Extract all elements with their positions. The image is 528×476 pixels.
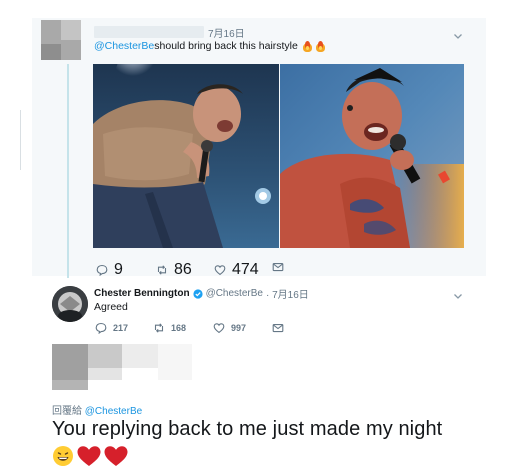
avatar[interactable] [52, 286, 88, 322]
display-name[interactable]: Chester Bennington [94, 288, 190, 299]
reply-count: 217 [113, 323, 129, 333]
heart-icon [214, 265, 226, 276]
reply-icon [95, 322, 107, 334]
tweet-photo-right[interactable] [280, 64, 464, 248]
retweet-icon [157, 265, 167, 275]
reply-icon [96, 264, 108, 276]
retweet-button[interactable]: 168 [153, 322, 186, 334]
fire-emoji-icon [315, 40, 326, 52]
red-heart-icon [77, 446, 101, 466]
chevron-down-icon[interactable] [453, 288, 463, 299]
pixelated-username [94, 26, 204, 38]
timeline: 7月16日 @ChesterBe should bring back this … [0, 0, 528, 476]
emoji-row [52, 444, 129, 468]
retweet-count: 86 [174, 261, 192, 278]
reply-prefix: 回覆給 [52, 406, 82, 417]
envelope-icon [272, 263, 284, 272]
timeline-divider [20, 110, 21, 170]
heart-icon [213, 323, 225, 334]
direct-message-button[interactable] [272, 322, 284, 334]
mention-link[interactable]: @ChesterBe [94, 40, 154, 52]
retweet-count: 168 [171, 323, 187, 333]
pixelated-avatar[interactable] [41, 20, 81, 60]
tweet-text: Agreed [94, 301, 128, 313]
username-handle[interactable]: @ChesterBe [206, 288, 263, 299]
tweet-header: Chester Bennington @ChesterBe · 7月16日 [94, 286, 309, 301]
tweet-date[interactable]: · 7月16日 [266, 286, 309, 301]
like-button[interactable]: 997 [213, 322, 246, 334]
like-count: 997 [231, 323, 247, 333]
retweet-button[interactable]: 86 [156, 261, 192, 279]
tweet-text: You replying back to me just made my nig… [52, 418, 443, 440]
tweet-header: 7月16日 [94, 25, 245, 40]
tweet-photo-left[interactable] [93, 64, 279, 248]
grinning-face-icon [53, 446, 73, 466]
tweet-highlighted[interactable]: 7月16日 @ChesterBe should bring back this … [32, 18, 486, 279]
like-count: 474 [232, 261, 259, 278]
fire-emoji-icon [302, 40, 313, 52]
tweet-body: should bring back this hairstyle [154, 40, 298, 52]
direct-message-button[interactable] [272, 261, 284, 273]
retweet-icon [154, 323, 164, 333]
chevron-down-icon[interactable] [453, 28, 463, 39]
reply-button[interactable]: 217 [95, 322, 128, 334]
tweet-date[interactable]: 7月16日 [208, 25, 245, 40]
thread-connector-line [67, 64, 69, 278]
verified-badge-icon [192, 288, 203, 299]
replying-to: 回覆給 @ChesterBe [52, 402, 142, 417]
like-button[interactable]: 474 [214, 261, 259, 279]
tweet-text: @ChesterBe should bring back this hairst… [94, 40, 326, 52]
pixelated-avatar[interactable] [52, 344, 192, 390]
red-heart-icon [104, 446, 128, 466]
mention-link[interactable]: @ChesterBe [85, 406, 142, 417]
envelope-icon [272, 324, 284, 333]
reply-count: 9 [114, 261, 123, 278]
reply-button[interactable]: 9 [96, 261, 123, 279]
